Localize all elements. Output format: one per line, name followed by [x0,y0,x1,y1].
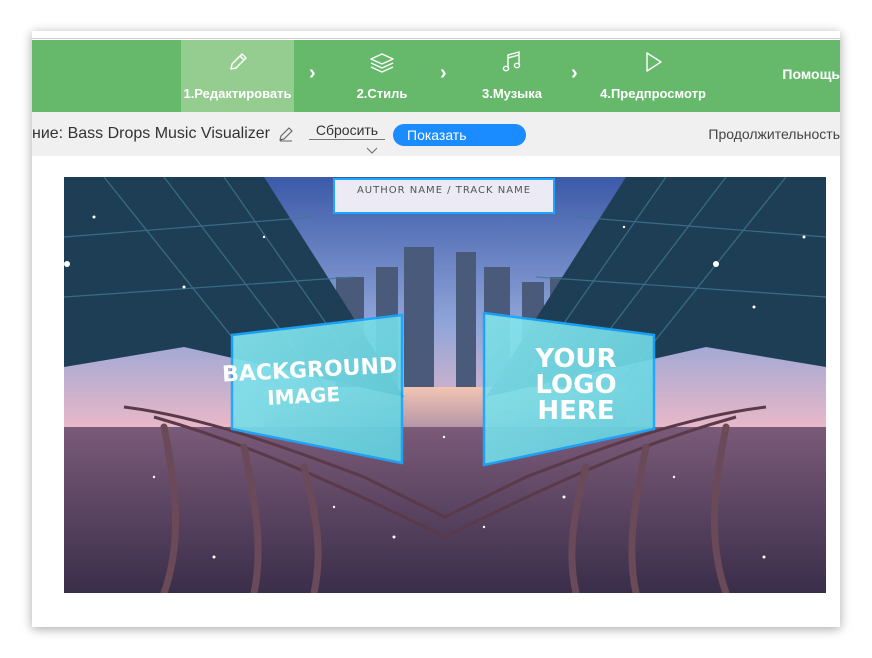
logo-text-line3: HERE [537,396,614,426]
step-preview-label: 4.Предпросмотр [600,86,706,101]
step-style-label: 2.Стиль [356,86,408,101]
chevron-right-icon: › [440,62,447,84]
play-icon [642,50,664,74]
background-image-line2: IMAGE [267,382,341,410]
track-name-text: AUTHOR NAME / TRACK NAME [357,185,531,196]
step-style[interactable]: 2.Стиль [332,40,432,112]
step-music-label: 3.Музыка [481,86,543,101]
project-name[interactable]: ние: Bass Drops Music Visualizer [32,125,270,143]
music-note-icon [501,50,523,74]
chevron-right-icon: › [571,62,578,84]
app-window: 1.Редактировать › 2.Стиль › 3.Музыка › 4… [32,31,840,627]
video-preview: AUTHOR NAME / TRACK NAME BACKGROUND IMAG… [64,177,826,593]
duration-label[interactable]: Продолжительность [708,126,840,142]
wizard-navbar: 1.Редактировать › 2.Стиль › 3.Музыка › 4… [32,40,840,112]
top-border [32,31,840,39]
chevron-right-icon: › [309,62,316,84]
pencil-icon [227,50,249,74]
step-edit[interactable]: 1.Редактировать [181,40,294,112]
project-toolbar: ние: Bass Drops Music Visualizer Сбросит… [32,112,840,156]
help-link[interactable]: Помощь [782,66,840,82]
chevron-down-icon[interactable] [366,141,378,159]
step-preview[interactable]: 4.Предпросмотр [588,40,718,112]
edit-name-icon[interactable] [278,126,294,147]
step-edit-label: 1.Редактировать [183,86,292,101]
show-button[interactable]: Показать [393,124,526,146]
step-music[interactable]: 3.Музыка [462,40,562,112]
track-name-box[interactable]: AUTHOR NAME / TRACK NAME [333,178,555,214]
layers-icon [369,50,395,74]
reset-button[interactable]: Сбросить [309,122,385,140]
